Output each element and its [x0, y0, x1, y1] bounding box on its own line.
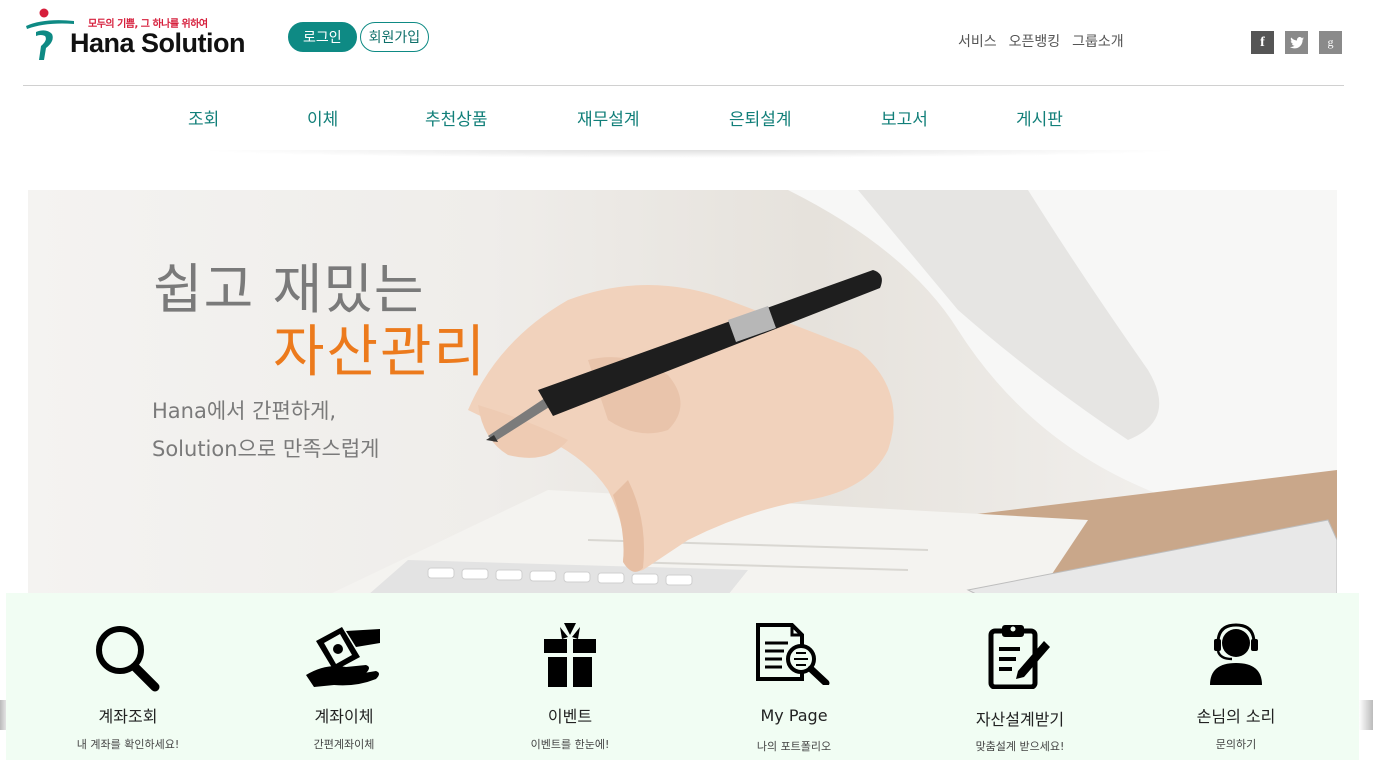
clipboard-edit-icon [988, 625, 1050, 689]
util-link-service[interactable]: 서비스 [958, 31, 997, 51]
document-search-icon [756, 623, 830, 685]
main-nav: 조회 이체 추천상품 재무설계 은퇴설계 보고서 게시판 [0, 105, 1373, 131]
nav-item-retirement-plan[interactable]: 은퇴설계 [729, 105, 792, 130]
auth-buttons: 로그인 회원가입 [288, 22, 430, 52]
money-transfer-icon [306, 627, 380, 687]
nav-item-inquiry[interactable]: 조회 [188, 105, 219, 130]
twitter-icon[interactable] [1285, 31, 1308, 54]
quick-item-transfer[interactable]: 계좌이체 간편계좌이체 [244, 593, 444, 760]
quick-item-title: 계좌조회 [98, 707, 158, 726]
nav-item-financial-plan[interactable]: 재무설계 [577, 105, 640, 130]
quick-item-title: 손님의 소리 [1196, 707, 1276, 726]
signup-button[interactable]: 회원가입 [359, 22, 430, 52]
logo-name: Hana Solution [70, 28, 246, 58]
facebook-icon[interactable]: f [1251, 31, 1274, 54]
nav-shadow [195, 150, 1185, 158]
quick-item-mypage[interactable]: My Page 나의 포트폴리오 [694, 593, 894, 760]
gift-icon [544, 623, 596, 687]
quick-shadow-right [1359, 700, 1373, 730]
nav-item-board[interactable]: 게시판 [1016, 105, 1063, 130]
quick-item-subtitle: 이벤트를 한눈에! [530, 738, 610, 751]
util-link-group[interactable]: 그룹소개 [1072, 31, 1124, 51]
quick-menu: 계좌조회 내 계좌를 확인하세요! 계좌이체 간편계좌이체 이벤트 이벤트를 한… [6, 593, 1359, 760]
quick-item-title: 계좌이체 [314, 707, 374, 726]
hana-logo-icon [26, 8, 74, 60]
social-links: f g [1251, 31, 1342, 54]
quick-item-subtitle: 간편계좌이체 [313, 738, 375, 751]
nav-item-transfer[interactable]: 이체 [307, 105, 338, 130]
hero-banner: 쉽고 재밌는 자산관리 Hana에서 간편하게, Solution으로 만족스럽… [28, 190, 1337, 595]
quick-item-title: 자산설계받기 [975, 710, 1065, 729]
nav-item-report[interactable]: 보고서 [881, 105, 928, 130]
nav-item-recommended[interactable]: 추천상품 [425, 105, 488, 130]
hero-subtitle-line2: Solution으로 만족스럽게 [152, 437, 380, 461]
quick-item-event[interactable]: 이벤트 이벤트를 한눈에! [470, 593, 670, 760]
quick-item-subtitle: 문의하기 [1215, 738, 1257, 751]
quick-item-customer-voice[interactable]: 손님의 소리 문의하기 [1136, 593, 1336, 760]
header-divider [23, 85, 1344, 86]
quick-item-asset-plan[interactable]: 자산설계받기 맞춤설계 받으세요! [920, 593, 1120, 760]
customer-support-icon [1210, 623, 1262, 685]
quick-item-subtitle: 나의 포트폴리오 [756, 740, 832, 753]
util-link-openbanking[interactable]: 오픈뱅킹 [1009, 31, 1061, 51]
hero-subtitle-line1: Hana에서 간편하게, [152, 399, 337, 423]
quick-item-title: 이벤트 [547, 707, 593, 726]
hero-title-line2: 자산관리 [273, 320, 488, 385]
logo[interactable]: 모두의 기쁨, 그 하나를 위하여 Hana Solution [24, 8, 246, 64]
utility-links: 서비스 오픈뱅킹 그룹소개 [958, 31, 1124, 51]
login-button[interactable]: 로그인 [288, 22, 357, 52]
quick-item-title: My Page [760, 706, 828, 725]
search-icon [96, 626, 160, 692]
quick-item-subtitle: 맞춤설계 받으세요! [975, 740, 1065, 753]
quick-item-account-inquiry[interactable]: 계좌조회 내 계좌를 확인하세요! [28, 593, 228, 760]
google-plus-icon[interactable]: g [1319, 31, 1342, 54]
twitter-bird-icon [1289, 36, 1304, 48]
quick-item-subtitle: 내 계좌를 확인하세요! [76, 738, 180, 751]
